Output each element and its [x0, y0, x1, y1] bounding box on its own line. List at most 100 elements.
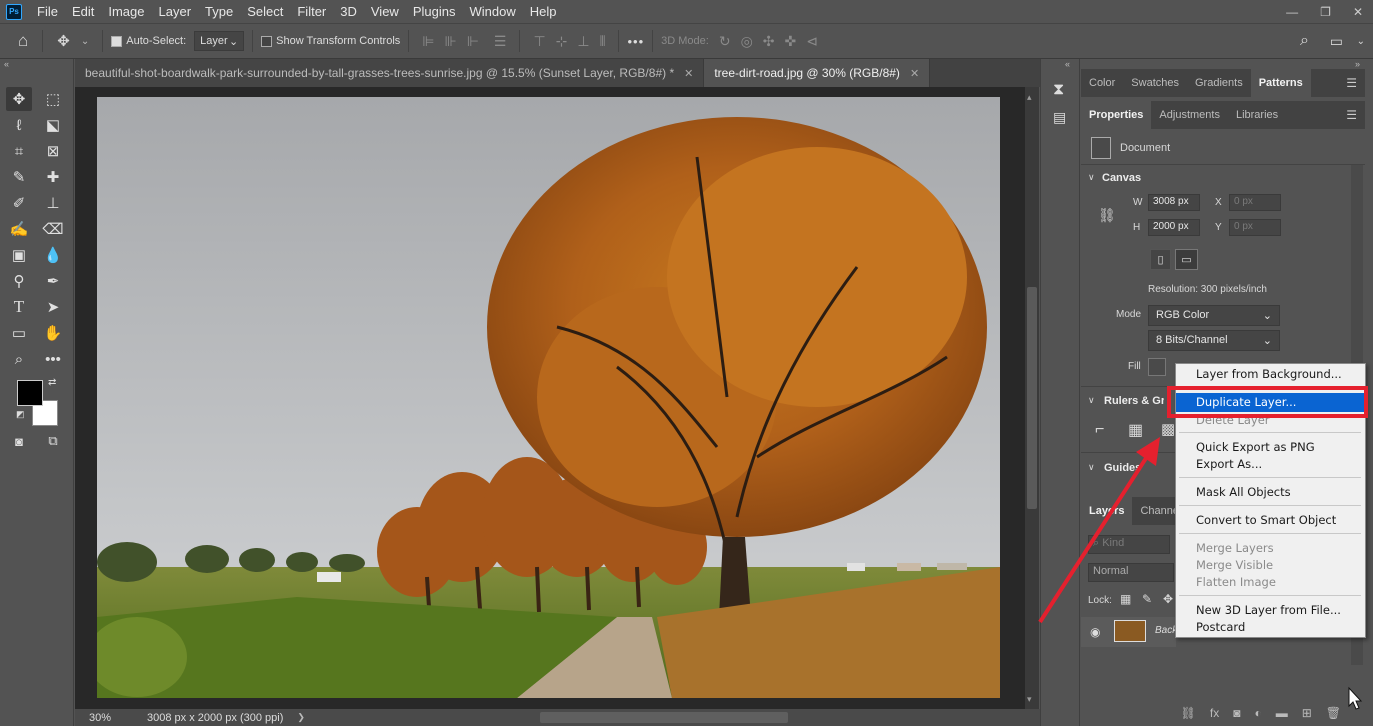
- x-input[interactable]: 0 px: [1229, 194, 1281, 211]
- tab-color[interactable]: Color: [1081, 69, 1123, 97]
- trash-icon[interactable]: 🗑: [1326, 706, 1341, 720]
- pixel-grid-icon[interactable]: ▩: [1161, 420, 1175, 438]
- workspace-icon[interactable]: ▭: [1330, 33, 1343, 50]
- dodge-tool-icon[interactable]: ⚲: [6, 269, 32, 293]
- home-icon[interactable]: ⌂: [18, 31, 28, 51]
- menu-layer[interactable]: Layer: [152, 0, 199, 23]
- stamp-tool-icon[interactable]: ⊥: [40, 191, 66, 215]
- close-button[interactable]: ✕: [1353, 5, 1363, 19]
- history-icon[interactable]: ⧗: [1053, 81, 1064, 99]
- restore-button[interactable]: ❐: [1320, 5, 1331, 19]
- collapse-arrows-icon[interactable]: «: [4, 59, 9, 69]
- layer-style-icon[interactable]: fx: [1210, 706, 1219, 720]
- close-icon[interactable]: ✕: [684, 67, 693, 80]
- ruler-icon[interactable]: ⌐: [1095, 421, 1104, 439]
- horizontal-scroll-thumb[interactable]: [540, 712, 788, 723]
- path-select-tool-icon[interactable]: ➤: [40, 295, 66, 319]
- chevron-down-icon[interactable]: ∨: [1088, 172, 1095, 183]
- tab-boardwalk-document[interactable]: beautiful-shot-boardwalk-park-surrounded…: [75, 59, 705, 87]
- comments-icon[interactable]: ▤: [1053, 109, 1066, 126]
- show-transform-checkbox[interactable]: [261, 35, 273, 47]
- tab-libraries[interactable]: Libraries: [1228, 101, 1286, 129]
- rectangle-tool-icon[interactable]: ▭: [6, 321, 32, 345]
- foreground-color-swatch[interactable]: [17, 380, 43, 406]
- distribute-vertical-icon[interactable]: ⫴: [600, 33, 606, 50]
- menu-type[interactable]: Type: [198, 0, 240, 23]
- menu-filter[interactable]: Filter: [290, 0, 333, 23]
- align-left-icon[interactable]: ⊫: [422, 33, 434, 50]
- rulers-grid-section-title[interactable]: Rulers & Grid: [1104, 395, 1164, 407]
- link-layers-icon[interactable]: ⛓: [1181, 706, 1196, 720]
- layer-name[interactable]: Background: [1155, 625, 1175, 636]
- more-tools-icon[interactable]: •••: [40, 347, 66, 371]
- menu-plugins[interactable]: Plugins: [406, 0, 463, 23]
- tab-patterns[interactable]: Patterns: [1250, 69, 1311, 97]
- menu-item-export-as[interactable]: Export As...: [1196, 457, 1262, 471]
- gradient-tool-icon[interactable]: ▣: [6, 243, 32, 267]
- menu-select[interactable]: Select: [240, 0, 290, 23]
- auto-select-checkbox[interactable]: [111, 35, 123, 47]
- status-menu-arrow-icon[interactable]: ❯: [297, 712, 305, 723]
- menu-view[interactable]: View: [364, 0, 406, 23]
- 3d-orbit-icon[interactable]: ↻: [719, 33, 731, 50]
- swap-colors-icon[interactable]: ⇄: [48, 377, 56, 388]
- search-icon[interactable]: ⌕: [1300, 32, 1309, 50]
- align-middle-icon[interactable]: ⊹: [556, 33, 568, 50]
- lock-position-icon[interactable]: ✥: [1163, 592, 1173, 606]
- menu-item-layer-from-background[interactable]: Layer from Background...: [1196, 367, 1342, 381]
- portrait-orientation-icon[interactable]: ▯: [1150, 249, 1171, 270]
- collapse-panels-icon[interactable]: »: [1355, 59, 1360, 69]
- eye-icon[interactable]: ◉: [1090, 625, 1100, 639]
- panel-menu-icon[interactable]: ☰: [1346, 108, 1357, 122]
- menu-file[interactable]: File: [30, 0, 65, 23]
- tab-gradients[interactable]: Gradients: [1187, 69, 1251, 97]
- crop-tool-icon[interactable]: ⌗: [6, 139, 32, 163]
- width-input[interactable]: 3008 px: [1148, 194, 1200, 211]
- fill-swatch[interactable]: [1148, 358, 1166, 376]
- menu-item-quick-export-png[interactable]: Quick Export as PNG: [1196, 440, 1315, 454]
- menu-help[interactable]: Help: [523, 0, 564, 23]
- screen-mode-icon[interactable]: ⧉: [40, 429, 66, 453]
- align-bottom-icon[interactable]: ⊥: [577, 33, 589, 50]
- close-icon[interactable]: ✕: [910, 67, 919, 80]
- 3d-slide-icon[interactable]: ✜: [785, 33, 797, 50]
- chevron-down-icon[interactable]: ∨: [1088, 462, 1095, 473]
- align-right-icon[interactable]: ⊩: [467, 33, 479, 50]
- default-colors-icon[interactable]: ◩: [16, 409, 25, 420]
- type-tool-icon[interactable]: T: [6, 295, 32, 319]
- color-mode-dropdown[interactable]: RGB Color ⌄: [1148, 305, 1280, 326]
- more-options-button[interactable]: •••: [627, 34, 644, 49]
- brush-tool-icon[interactable]: ✐: [6, 191, 32, 215]
- layer-row-background[interactable]: ◉ Background: [1081, 617, 1176, 647]
- blend-mode-dropdown[interactable]: Normal: [1088, 563, 1174, 582]
- vertical-scroll-thumb[interactable]: [1027, 287, 1037, 509]
- zoom-tool-icon[interactable]: ⌕: [6, 347, 32, 371]
- minimize-button[interactable]: —: [1286, 5, 1298, 19]
- menu-window[interactable]: Window: [462, 0, 522, 23]
- menu-item-new-3d-layer[interactable]: New 3D Layer from File...: [1196, 603, 1341, 617]
- distribute-icon[interactable]: ☰: [494, 33, 507, 50]
- tab-properties[interactable]: Properties: [1081, 101, 1152, 129]
- align-top-icon[interactable]: ⊤: [533, 33, 545, 50]
- eyedropper-tool-icon[interactable]: ✎: [6, 165, 32, 189]
- healing-brush-icon[interactable]: ✚: [40, 165, 66, 189]
- menu-3d[interactable]: 3D: [333, 0, 364, 23]
- document-image[interactable]: [97, 97, 1000, 698]
- object-select-tool-icon[interactable]: ⬕: [40, 113, 66, 137]
- y-input[interactable]: 0 px: [1229, 219, 1281, 236]
- blur-tool-icon[interactable]: 💧: [40, 243, 66, 267]
- scroll-down-icon[interactable]: ▾: [1027, 694, 1032, 705]
- bit-depth-dropdown[interactable]: 8 Bits/Channel ⌄: [1148, 330, 1280, 351]
- layer-filter-kind-input[interactable]: ⌕ Kind: [1088, 535, 1170, 554]
- chevron-down-icon[interactable]: ∨: [1088, 395, 1095, 406]
- add-mask-icon[interactable]: ◙: [1233, 706, 1240, 720]
- menu-item-mask-all-objects[interactable]: Mask All Objects: [1196, 485, 1291, 499]
- hand-tool-icon[interactable]: ✋: [40, 321, 66, 345]
- guides-section-title[interactable]: Guides: [1104, 462, 1162, 474]
- marquee-tool-icon[interactable]: ⬚: [40, 87, 66, 111]
- expand-panels-icon[interactable]: «: [1065, 59, 1070, 69]
- menu-item-convert-smart-object[interactable]: Convert to Smart Object: [1196, 513, 1336, 527]
- tab-layers[interactable]: Layers: [1081, 497, 1133, 525]
- new-group-icon[interactable]: ▬: [1276, 706, 1288, 720]
- 3d-pan-icon[interactable]: ✣: [763, 33, 775, 50]
